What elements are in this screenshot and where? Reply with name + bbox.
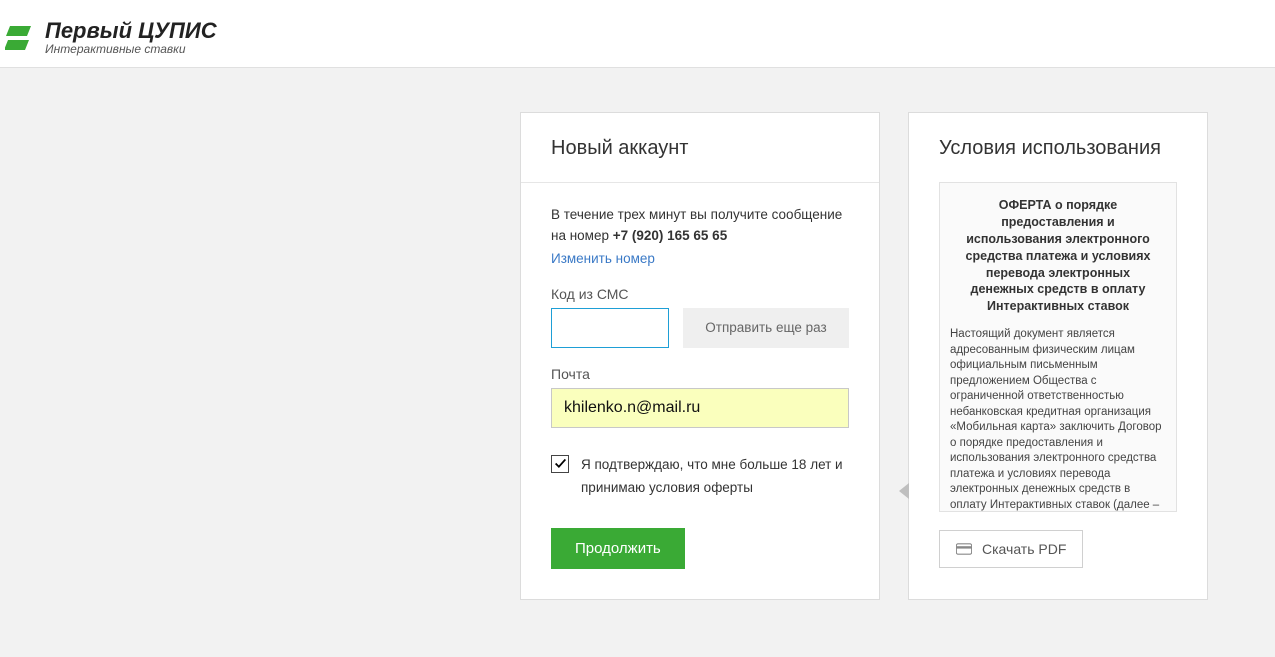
phone-number: +7 (920) 165 65 65 — [613, 228, 727, 243]
terms-card: Условия использования ОФЕРТА о порядке п… — [908, 112, 1208, 600]
download-pdf-button[interactable]: Скачать PDF — [939, 530, 1083, 568]
pointer-arrow-icon — [899, 483, 909, 499]
card-title: Новый аккаунт — [551, 137, 849, 160]
sms-label: Код из СМС — [551, 286, 849, 302]
email-label: Почта — [551, 366, 849, 382]
offer-body: Настоящий документ является адресованным… — [950, 327, 1166, 512]
brand-subtitle: Интерактивные ставки — [45, 43, 217, 57]
checkmark-icon — [554, 457, 567, 470]
page-header: Первый ЦУПИС Интерактивные ставки — [0, 0, 1275, 68]
terms-title: Условия использования — [939, 137, 1177, 160]
new-account-card: Новый аккаунт В течение трех минут вы по… — [520, 112, 880, 600]
divider — [521, 182, 879, 183]
card-icon — [956, 543, 972, 555]
brand-icon — [5, 22, 37, 54]
age-confirm-checkbox[interactable] — [551, 455, 569, 473]
terms-scroll-area[interactable]: ОФЕРТА о порядке предоставления и исполь… — [939, 182, 1177, 512]
change-number-link[interactable]: Изменить номер — [551, 251, 655, 266]
sms-info-text: В течение трех минут вы получите сообщен… — [551, 205, 849, 247]
brand-title: Первый ЦУПИС — [45, 18, 217, 43]
offer-heading: ОФЕРТА о порядке предоставления и исполь… — [954, 197, 1162, 315]
sms-code-input[interactable] — [551, 308, 669, 348]
continue-button[interactable]: Продолжить — [551, 528, 685, 569]
download-pdf-label: Скачать PDF — [982, 541, 1066, 557]
email-input[interactable] — [551, 388, 849, 428]
resend-button[interactable]: Отправить еще раз — [683, 308, 849, 348]
brand-logo[interactable]: Первый ЦУПИС Интерактивные ставки — [5, 18, 217, 57]
age-confirm-label: Я подтверждаю, что мне больше 18 лет и п… — [581, 454, 849, 500]
